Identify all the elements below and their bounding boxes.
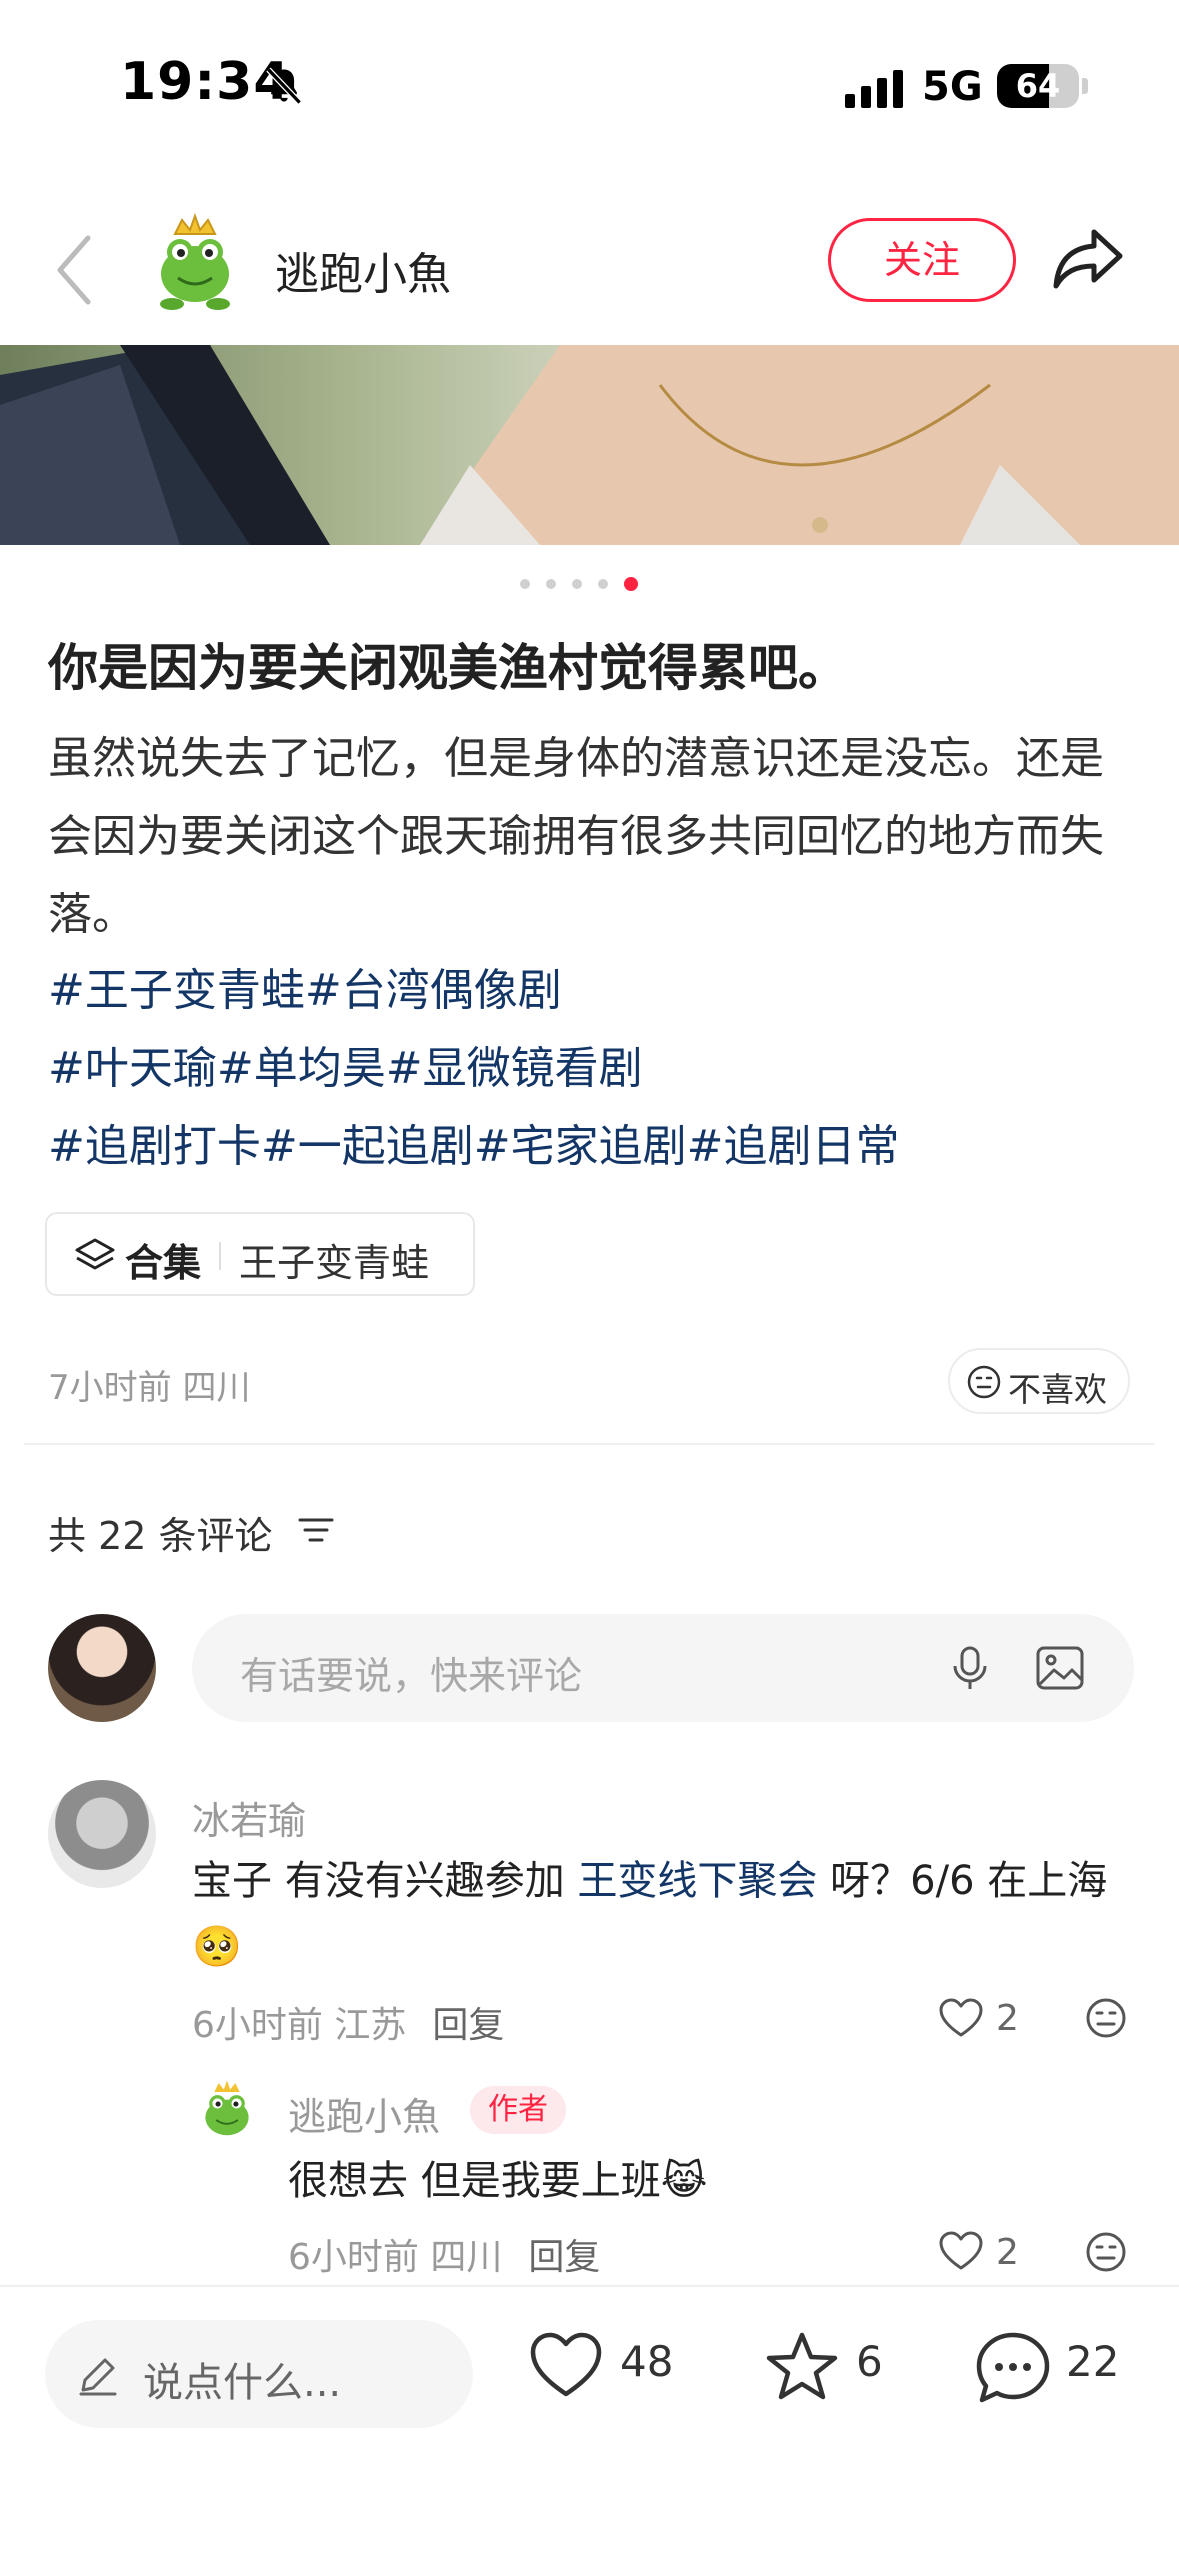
collection-chip[interactable]: 合集 王子变青蛙 bbox=[45, 1212, 475, 1296]
image-upload-icon[interactable] bbox=[1034, 1644, 1086, 1692]
hashtag-link[interactable]: #显微镜看剧 bbox=[386, 1043, 643, 1094]
hashtag-link[interactable]: #台湾偶像剧 bbox=[305, 965, 562, 1016]
carousel-dot bbox=[520, 579, 530, 589]
comment-count-bottom: 22 bbox=[1066, 2337, 1120, 2386]
share-arrow-icon[interactable] bbox=[1050, 224, 1126, 294]
post-title: 你是因为要关闭观美渔村觉得累吧。 bbox=[48, 639, 848, 697]
meh-face-icon[interactable] bbox=[1084, 1996, 1128, 2040]
author-name[interactable]: 逃跑小魚 bbox=[275, 238, 451, 302]
star-icon[interactable] bbox=[764, 2330, 840, 2404]
author-reply-avatar[interactable] bbox=[192, 2078, 262, 2148]
carousel-indicator bbox=[520, 575, 660, 591]
battery-tip bbox=[1082, 78, 1088, 94]
commenter-name[interactable]: 冰若瑜 bbox=[192, 1790, 306, 1845]
my-avatar bbox=[48, 1614, 156, 1722]
bottom-action-bar: 说点什么... 48 6 22 bbox=[0, 2285, 1179, 2556]
hashtag-line: #王子变青蛙#台湾偶像剧 bbox=[48, 952, 1148, 1030]
commenter-avatar[interactable] bbox=[48, 1780, 156, 1888]
signal-bars-icon bbox=[845, 70, 903, 108]
hashtag-link[interactable]: #一起追剧 bbox=[261, 1121, 474, 1172]
reply-meta: 6小时前 四川 回复 bbox=[288, 2228, 600, 2280]
heart-icon[interactable] bbox=[938, 2230, 984, 2272]
comment-time-location: 6小时前 江苏 bbox=[192, 2005, 407, 2046]
author-badge: 作者 bbox=[470, 2086, 566, 2134]
follow-button[interactable]: 关注 bbox=[828, 218, 1016, 302]
microphone-icon[interactable] bbox=[944, 1642, 996, 1694]
heart-icon[interactable] bbox=[938, 1997, 984, 2039]
reply-button[interactable]: 回复 bbox=[432, 2005, 504, 2046]
post-body: 虽然说失去了记忆，但是身体的潜意识还是没忘。还是会因为要关闭这个跟天瑜拥有很多共… bbox=[48, 733, 1104, 940]
post-image[interactable] bbox=[0, 345, 1179, 545]
comment-text-start: 宝子 有没有兴趣参加 bbox=[192, 1858, 578, 1904]
frog-avatar-image bbox=[205, 2080, 249, 2136]
reply-time-location: 6小时前 四川 bbox=[288, 2237, 503, 2278]
comment-text: 宝子 有没有兴趣参加 王变线下聚会 呀？6/6 在上海🥺 bbox=[192, 1848, 1132, 1980]
author-avatar[interactable] bbox=[140, 212, 250, 322]
say-something-placeholder: 说点什么... bbox=[143, 2360, 342, 2406]
hashtag-link[interactable]: #单均昊 bbox=[217, 1043, 386, 1094]
say-something-input[interactable]: 说点什么... bbox=[45, 2320, 473, 2428]
comment-input[interactable]: 有话要说，快来评论 bbox=[192, 1614, 1134, 1722]
reply-author-name[interactable]: 逃跑小魚 bbox=[288, 2086, 440, 2141]
like-heart-icon[interactable] bbox=[528, 2330, 604, 2400]
comment-topic-link[interactable]: 王变线下聚会 bbox=[577, 1858, 817, 1904]
reply-like-count: 2 bbox=[996, 2232, 1019, 2273]
star-count: 6 bbox=[856, 2337, 883, 2386]
carousel-dot bbox=[572, 579, 582, 589]
bell-muted-icon bbox=[266, 67, 302, 105]
collection-label: 合集 bbox=[125, 1241, 202, 1285]
post-photo bbox=[0, 345, 1179, 545]
carousel-dot bbox=[546, 579, 556, 589]
hashtag-link[interactable]: #王子变青蛙 bbox=[48, 965, 305, 1016]
frog-avatar-image bbox=[140, 212, 250, 322]
hashtag-link[interactable]: #宅家追剧 bbox=[474, 1121, 687, 1172]
post-hashtags: #王子变青蛙#台湾偶像剧 #叶天瑜#单均昊#显微镜看剧 #追剧打卡#一起追剧#宅家追… bbox=[48, 952, 1148, 1186]
collection-name: 王子变青蛙 bbox=[239, 1241, 430, 1285]
meh-face-icon[interactable] bbox=[1084, 2230, 1128, 2274]
hashtag-line: #叶天瑜#单均昊#显微镜看剧 bbox=[48, 1030, 1148, 1108]
dislike-label: 不喜欢 bbox=[1008, 1370, 1107, 1409]
hashtag-link[interactable]: #叶天瑜 bbox=[48, 1043, 217, 1094]
like-count: 48 bbox=[620, 2337, 674, 2386]
collection-separator bbox=[219, 1242, 221, 1270]
back-chevron-icon[interactable] bbox=[50, 230, 100, 310]
section-divider bbox=[24, 1443, 1155, 1445]
battery-level: 64 bbox=[1015, 67, 1061, 105]
hashtag-link[interactable]: #追剧打卡 bbox=[48, 1121, 261, 1172]
reply-button[interactable]: 回复 bbox=[528, 2237, 600, 2278]
post-header: 逃跑小魚 关注 bbox=[0, 200, 1179, 340]
meh-face-icon bbox=[967, 1365, 1001, 1399]
carousel-dot bbox=[624, 577, 638, 591]
sort-filter-icon[interactable] bbox=[296, 1512, 336, 1548]
reply-text: 很想去 但是我要上班😹 bbox=[288, 2158, 708, 2204]
dislike-button[interactable]: 不喜欢 bbox=[948, 1348, 1130, 1414]
comment-bubble-icon[interactable] bbox=[974, 2330, 1052, 2406]
status-bar: 19:34 5G 64 bbox=[0, 0, 1179, 170]
hashtag-link[interactable]: #追剧日常 bbox=[687, 1121, 900, 1172]
battery-icon: 64 bbox=[997, 64, 1079, 108]
comment-like-count: 2 bbox=[996, 1998, 1019, 2039]
post-meta: 7小时前 四川 bbox=[48, 1368, 251, 1408]
hashtag-line: #追剧打卡#一起追剧#宅家追剧#追剧日常 bbox=[48, 1108, 1148, 1186]
network-type: 5G bbox=[922, 64, 983, 110]
comment-count: 共 22 条评论 bbox=[48, 1514, 273, 1558]
comment-input-placeholder: 有话要说，快来评论 bbox=[240, 1654, 583, 1698]
layers-icon bbox=[75, 1238, 115, 1270]
pencil-icon bbox=[79, 2358, 117, 2396]
comment-meta: 6小时前 江苏 回复 bbox=[192, 1996, 504, 2048]
carousel-dot bbox=[598, 579, 608, 589]
